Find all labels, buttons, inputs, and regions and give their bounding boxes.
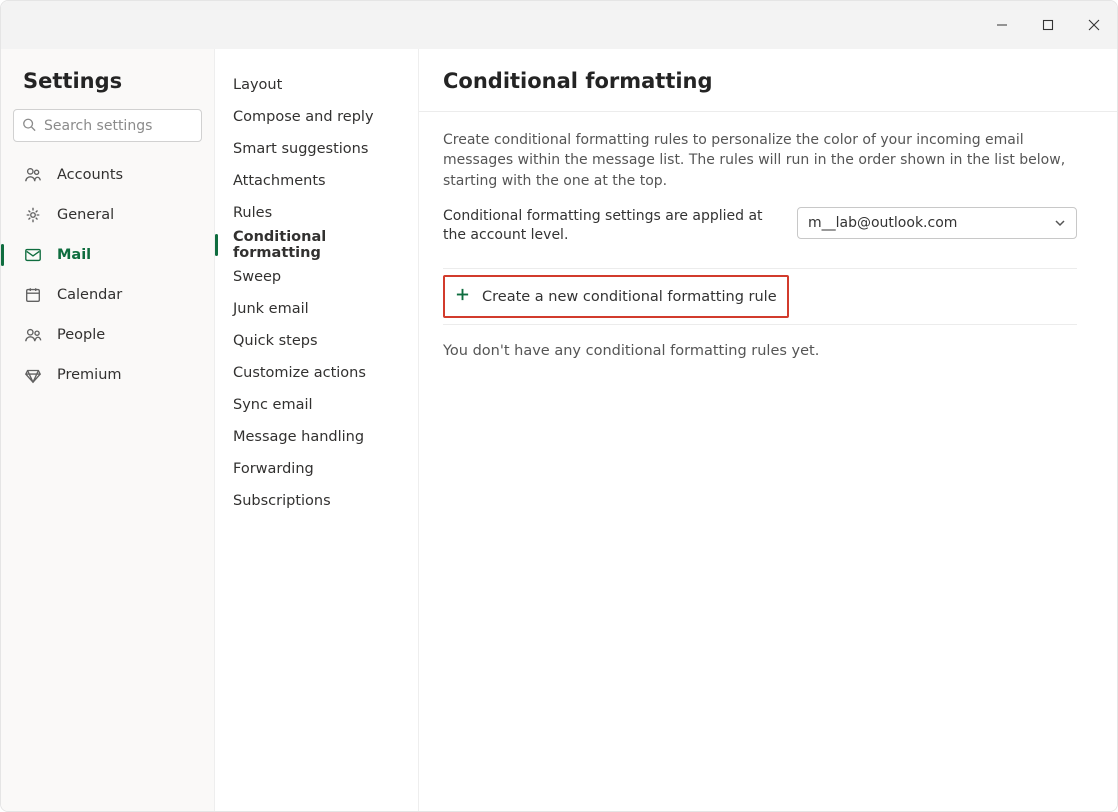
- account-select[interactable]: m__lab@outlook.com: [797, 207, 1077, 239]
- sidebar-item-label: Premium: [57, 367, 122, 383]
- account-label: Conditional formatting settings are appl…: [443, 207, 773, 246]
- search-settings[interactable]: [13, 109, 202, 142]
- subnav-junk-email[interactable]: Junk email: [215, 293, 418, 325]
- sidebar-item-label: General: [57, 207, 114, 223]
- subnav-layout[interactable]: Layout: [215, 69, 418, 101]
- subnav-attachments[interactable]: Attachments: [215, 165, 418, 197]
- secondary-sidebar: Layout Compose and reply Smart suggestio…: [214, 49, 418, 811]
- sidebar-item-accounts[interactable]: Accounts: [11, 158, 204, 192]
- empty-state-text: You don't have any conditional formattin…: [443, 325, 1077, 359]
- subnav-compose-reply[interactable]: Compose and reply: [215, 101, 418, 133]
- content-area: Settings Accounts General Mail: [1, 49, 1117, 811]
- titlebar: [1, 1, 1117, 49]
- subnav-rules[interactable]: Rules: [215, 197, 418, 229]
- main-content: Conditional formatting Create conditiona…: [418, 49, 1117, 811]
- maximize-button[interactable]: [1025, 1, 1071, 49]
- plus-icon: [455, 287, 470, 306]
- window-controls: [979, 1, 1117, 49]
- subnav-conditional-formatting[interactable]: Conditional formatting: [215, 229, 418, 261]
- calendar-icon: [23, 286, 43, 304]
- diamond-icon: [23, 366, 43, 384]
- maximize-icon: [1042, 19, 1054, 31]
- close-button[interactable]: [1071, 1, 1117, 49]
- accounts-icon: [23, 166, 43, 184]
- subnav-sweep[interactable]: Sweep: [215, 261, 418, 293]
- account-value: m__lab@outlook.com: [808, 215, 957, 231]
- sidebar-item-label: Accounts: [57, 167, 123, 183]
- create-rule-label: Create a new conditional formatting rule: [482, 289, 777, 305]
- subnav-sync-email[interactable]: Sync email: [215, 389, 418, 421]
- sidebar-item-general[interactable]: General: [11, 198, 204, 232]
- mail-icon: [23, 246, 43, 264]
- subnav-message-handling[interactable]: Message handling: [215, 421, 418, 453]
- content-title: Conditional formatting: [443, 69, 1077, 93]
- sidebar-item-people[interactable]: People: [11, 318, 204, 352]
- sidebar-item-label: People: [57, 327, 105, 343]
- divider: [419, 111, 1117, 112]
- sidebar-item-label: Mail: [57, 247, 91, 263]
- subnav-forwarding[interactable]: Forwarding: [215, 453, 418, 485]
- close-icon: [1088, 19, 1100, 31]
- gear-icon: [23, 206, 43, 224]
- minimize-button[interactable]: [979, 1, 1025, 49]
- content-description: Create conditional formatting rules to p…: [443, 130, 1077, 191]
- search-input[interactable]: [13, 109, 202, 142]
- sidebar-item-premium[interactable]: Premium: [11, 358, 204, 392]
- subnav-smart-suggestions[interactable]: Smart suggestions: [215, 133, 418, 165]
- page-title: Settings: [11, 69, 204, 93]
- sidebar-item-label: Calendar: [57, 287, 122, 303]
- create-rule-row: Create a new conditional formatting rule: [443, 268, 1077, 325]
- chevron-down-icon: [1054, 217, 1066, 229]
- people-icon: [23, 326, 43, 344]
- primary-sidebar: Settings Accounts General Mail: [1, 49, 214, 811]
- minimize-icon: [996, 19, 1008, 31]
- search-icon: [22, 116, 36, 135]
- sidebar-item-calendar[interactable]: Calendar: [11, 278, 204, 312]
- create-rule-button[interactable]: Create a new conditional formatting rule: [443, 275, 789, 318]
- settings-window: Settings Accounts General Mail: [0, 0, 1118, 812]
- account-row: Conditional formatting settings are appl…: [443, 207, 1077, 246]
- sidebar-item-mail[interactable]: Mail: [11, 238, 204, 272]
- subnav-subscriptions[interactable]: Subscriptions: [215, 485, 418, 517]
- subnav-customize-actions[interactable]: Customize actions: [215, 357, 418, 389]
- subnav-quick-steps[interactable]: Quick steps: [215, 325, 418, 357]
